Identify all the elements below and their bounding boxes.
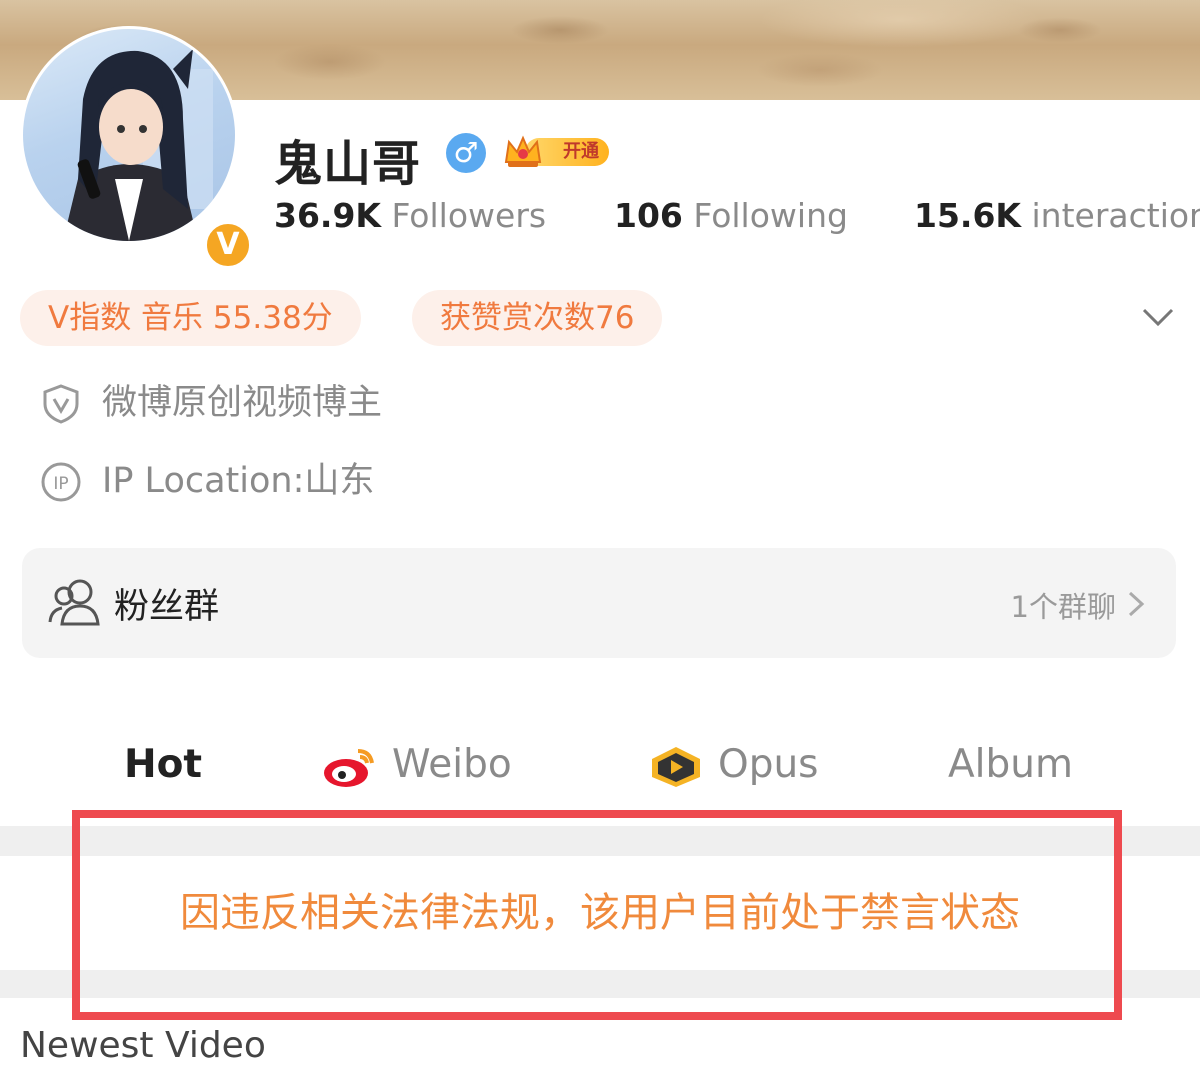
- stat-followers[interactable]: 36.9K Followers: [274, 196, 546, 235]
- profile-tabs: Hot Weibo Opus Album: [0, 720, 1200, 810]
- weibo-logo-icon: [324, 748, 374, 787]
- tab-label: Weibo: [392, 742, 512, 787]
- chevron-down-icon[interactable]: [1140, 302, 1176, 332]
- tab-label: Opus: [718, 742, 819, 787]
- stat-value: 15.6K: [914, 196, 1021, 235]
- highlight-box: [72, 810, 1122, 1020]
- fan-group-count: 1个群聊: [1010, 590, 1116, 624]
- verified-badge-icon: V: [203, 220, 253, 270]
- crown-icon: [504, 135, 542, 167]
- tag-reward-count[interactable]: 获赞赏次数76: [412, 290, 663, 346]
- stat-value: 36.9K: [274, 196, 381, 235]
- vip-open-button[interactable]: 开通: [503, 132, 609, 170]
- stat-label: Following: [693, 196, 848, 235]
- shield-v-icon: [43, 384, 79, 424]
- stat-value: 106: [614, 196, 683, 235]
- group-icon: [48, 579, 100, 626]
- stat-interaction[interactable]: 15.6K interaction: [914, 196, 1200, 235]
- profile-name: 鬼山哥: [274, 136, 422, 192]
- gender-male-icon: ♂: [446, 133, 486, 173]
- tag-v-index[interactable]: V指数 音乐 55.38分: [20, 290, 361, 346]
- stat-following[interactable]: 106 Following: [614, 196, 848, 235]
- newest-video-heading: Newest Video: [20, 1025, 266, 1066]
- tab-album[interactable]: Album: [948, 742, 1073, 787]
- tab-label: Album: [948, 742, 1073, 787]
- tab-label: Hot: [124, 742, 203, 787]
- avatar[interactable]: V: [20, 26, 253, 270]
- stat-label: Followers: [391, 196, 547, 235]
- fan-group-card[interactable]: 粉丝群 1个群聊: [22, 548, 1176, 658]
- chevron-right-icon: [1128, 591, 1145, 617]
- creator-label: 微博原创视频博主: [102, 383, 383, 423]
- tab-hot[interactable]: Hot: [124, 742, 202, 787]
- ip-location-label: IP Location:山东: [102, 461, 375, 501]
- fan-group-label: 粉丝群: [114, 587, 220, 627]
- avatar-image: [23, 29, 235, 241]
- tab-weibo[interactable]: Weibo: [322, 742, 512, 789]
- stat-label: interaction: [1031, 196, 1200, 235]
- opus-play-icon: [652, 746, 700, 787]
- ip-icon: IP: [41, 462, 81, 502]
- svg-text:IP: IP: [53, 474, 68, 494]
- tab-opus[interactable]: Opus: [648, 742, 819, 789]
